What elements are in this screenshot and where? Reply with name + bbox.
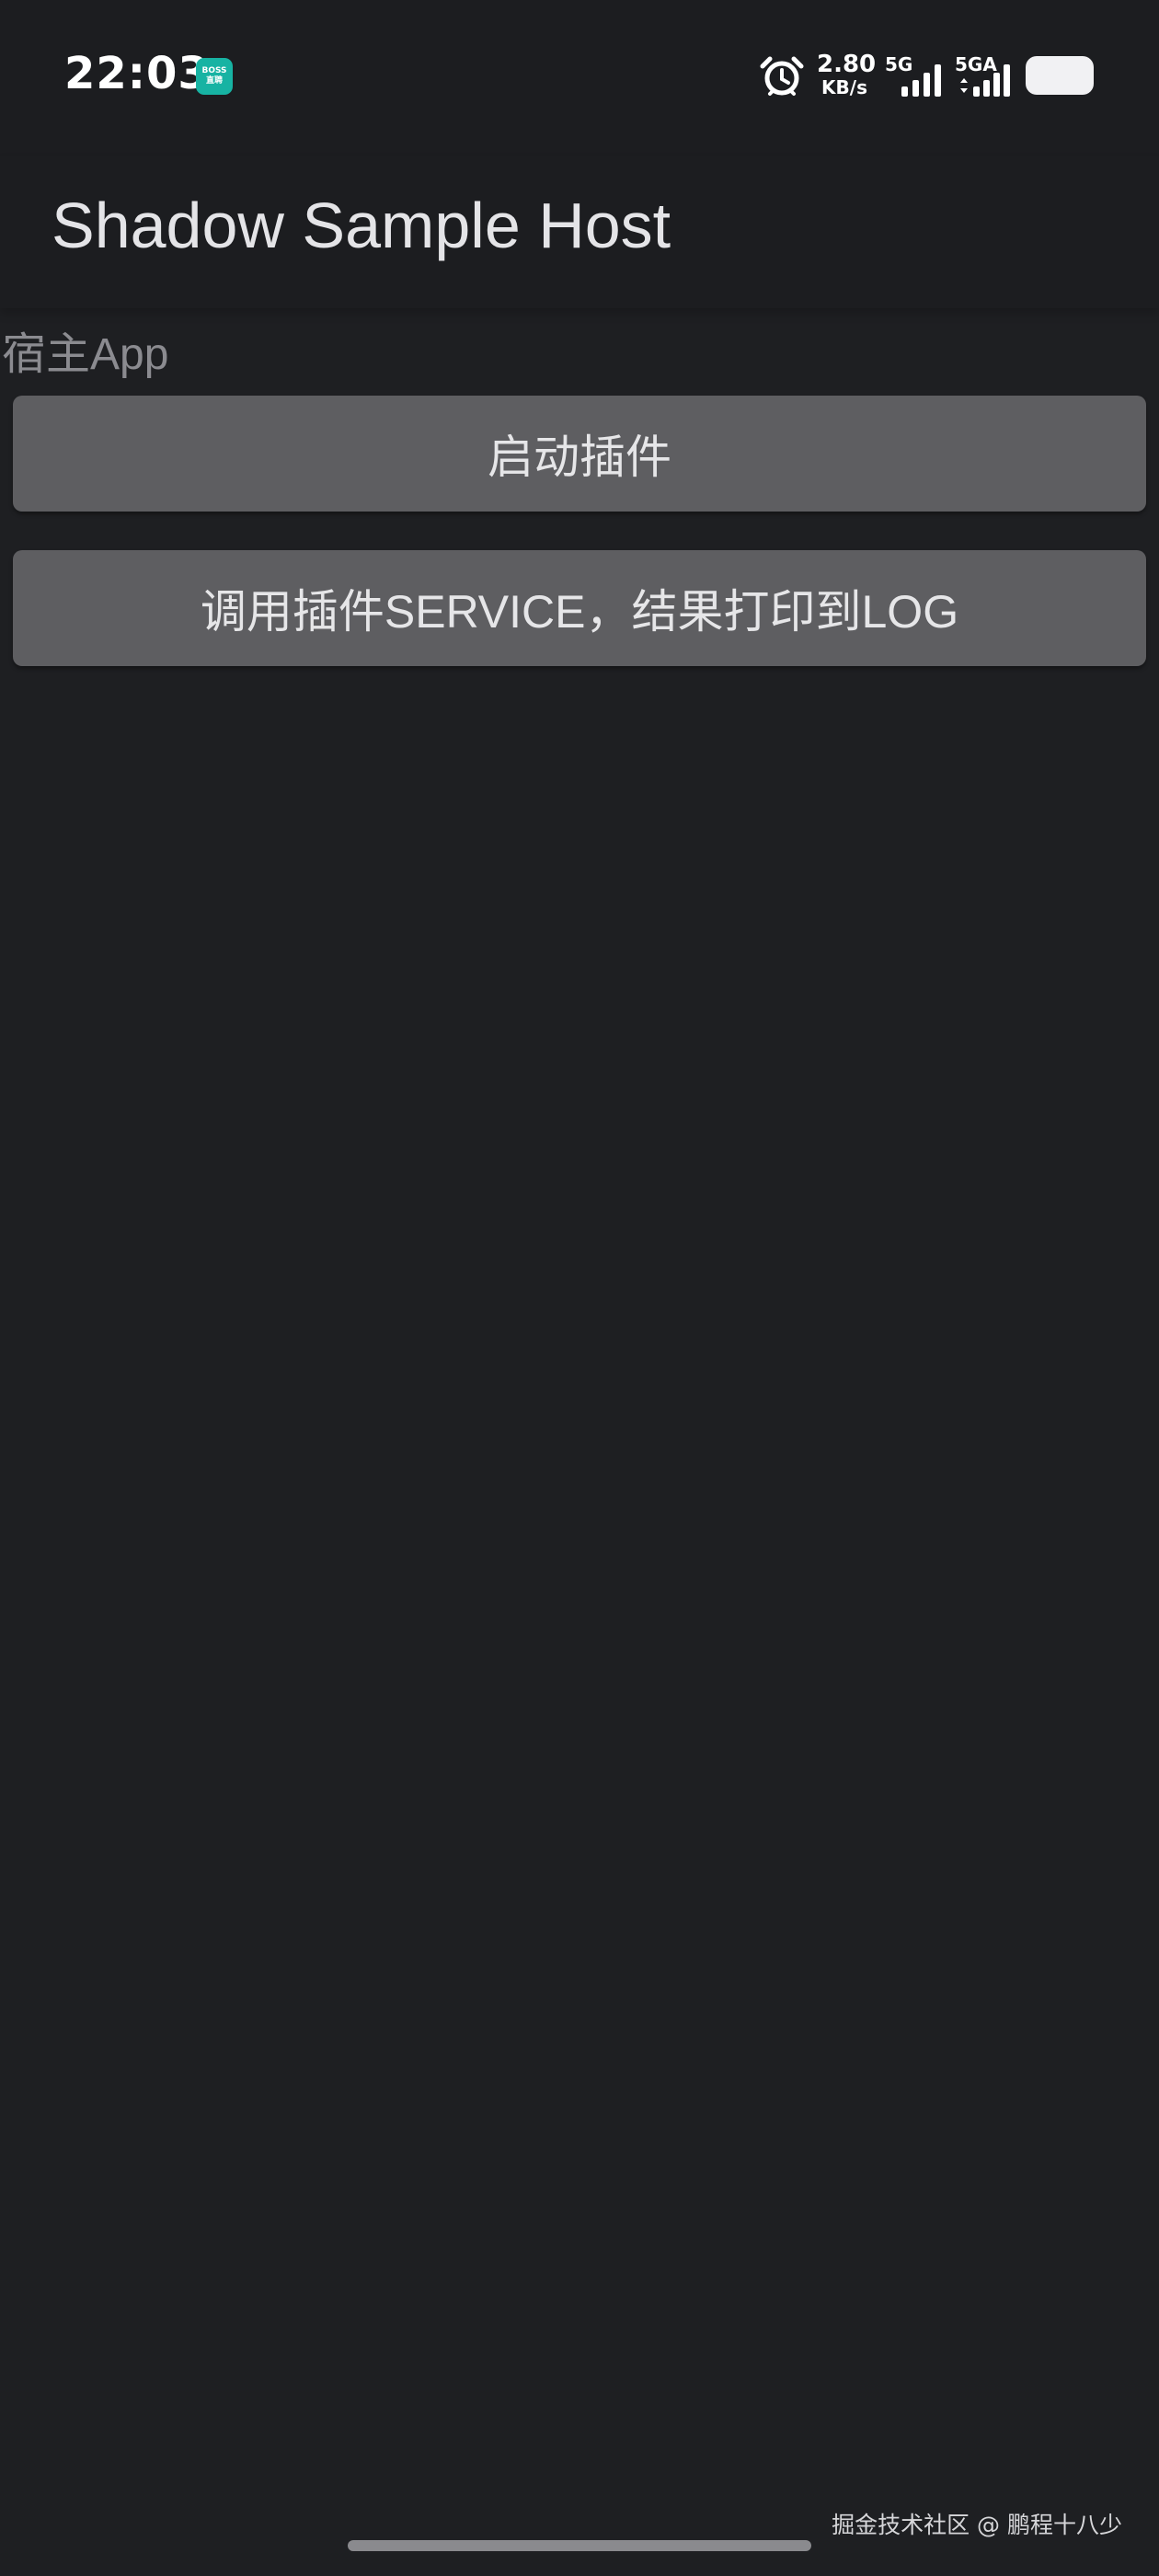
alarm-clock-icon: [760, 56, 804, 96]
home-indicator-bar[interactable]: [348, 2540, 811, 2551]
badge-line-2: 直聘: [205, 76, 223, 86]
badge-line-1: BOSS: [201, 66, 227, 75]
network-speed: 2.80 KB/s: [817, 51, 877, 98]
call-plugin-service-button[interactable]: 调用插件SERVICE，结果打印到LOG: [13, 550, 1146, 666]
status-bar: 22:03 BOSS 直聘 2.80 KB/s 5G 5GA: [0, 0, 1159, 156]
network-speed-unit: KB/s: [821, 76, 867, 98]
sim1-signal-icon: [901, 64, 941, 97]
status-time: 22:03: [64, 48, 210, 99]
start-plugin-button[interactable]: 启动插件: [13, 396, 1146, 512]
watermark-text: 掘金技术社区 @ 鹏程十八少: [832, 2512, 1122, 2538]
boss-app-notification-icon: BOSS 直聘: [196, 58, 233, 95]
network-speed-value: 2.80: [817, 51, 877, 78]
sim2-signal-icon: [960, 64, 1010, 97]
screen: 22:03 BOSS 直聘 2.80 KB/s 5G 5GA Shadow Sa…: [0, 0, 1159, 2576]
battery-icon: [1026, 56, 1094, 95]
host-app-label: 宿主App: [2, 330, 169, 379]
app-title: Shadow Sample Host: [52, 190, 671, 261]
